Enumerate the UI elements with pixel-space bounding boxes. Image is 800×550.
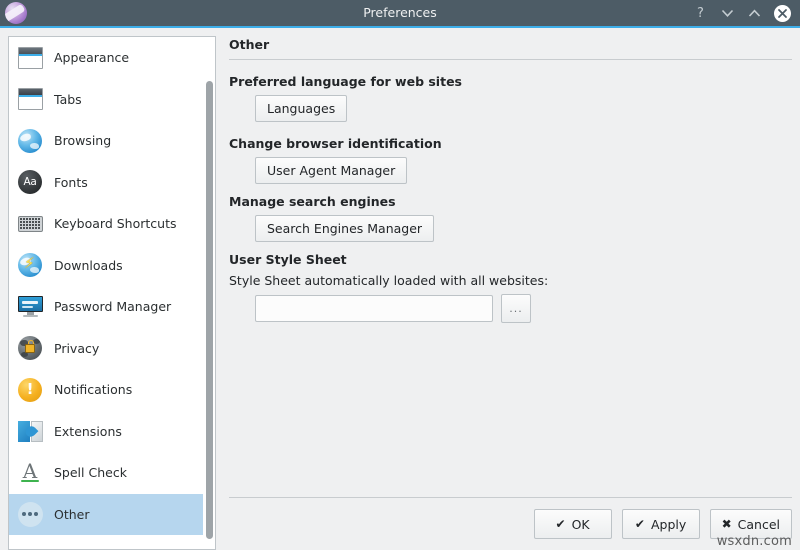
sidebar-list: Appearance Tabs Browsing Aa Fonts	[9, 37, 215, 549]
maximize-button[interactable]	[747, 6, 762, 21]
sidebar-item-label: Tabs	[54, 92, 82, 107]
sidebar-item-keyboard-shortcuts[interactable]: Keyboard Shortcuts	[9, 203, 215, 245]
apply-button-label: Apply	[651, 517, 686, 532]
cross-icon: ✖	[722, 517, 732, 531]
notification-warning-icon: !	[17, 377, 43, 403]
download-globe-icon: ⚡	[17, 252, 43, 278]
chevron-up-icon	[748, 9, 761, 18]
user-agent-manager-button[interactable]: User Agent Manager	[255, 157, 407, 184]
style-sheet-field-row: ...	[229, 294, 792, 323]
settings-sidebar: Appearance Tabs Browsing Aa Fonts	[8, 36, 216, 550]
languages-button[interactable]: Languages	[255, 95, 347, 122]
globe-icon	[17, 128, 43, 154]
tabs-window-icon	[17, 86, 43, 112]
dialog-body: Appearance Tabs Browsing Aa Fonts	[0, 28, 800, 550]
sidebar-item-tabs[interactable]: Tabs	[9, 79, 215, 121]
sidebar-item-appearance[interactable]: Appearance	[9, 37, 215, 79]
footer-buttons: ✔ OK ✔ Apply ✖ Cancel	[229, 498, 792, 539]
check-icon: ✔	[556, 517, 566, 531]
sidebar-item-label: Notifications	[54, 382, 132, 397]
title-bar: Preferences ?	[0, 0, 800, 28]
spacer	[229, 122, 792, 136]
sidebar-item-label: Downloads	[54, 258, 123, 273]
dialog-footer: ✔ OK ✔ Apply ✖ Cancel	[229, 488, 792, 550]
sidebar-item-privacy[interactable]: Privacy	[9, 328, 215, 370]
settings-content: Preferred language for web sites Languag…	[229, 60, 792, 488]
style-sheet-input[interactable]	[255, 295, 493, 322]
sidebar-item-label: Other	[54, 507, 90, 522]
window-icon	[17, 45, 43, 71]
sidebar-item-label: Privacy	[54, 341, 99, 356]
spacer	[229, 242, 792, 252]
search-engines-label: Manage search engines	[229, 194, 792, 209]
fonts-aa-icon: Aa	[17, 169, 43, 195]
sidebar-item-label: Password Manager	[54, 299, 171, 314]
sidebar-item-label: Extensions	[54, 424, 122, 439]
sidebar-item-label: Keyboard Shortcuts	[54, 216, 177, 231]
sidebar-item-label: Spell Check	[54, 465, 127, 480]
falkon-app-icon	[5, 2, 27, 24]
browse-style-sheet-button[interactable]: ...	[501, 294, 531, 323]
sidebar-item-label: Browsing	[54, 133, 111, 148]
question-mark-icon: ?	[697, 7, 704, 20]
monitor-password-icon	[17, 294, 43, 320]
style-sheet-description: Style Sheet automatically loaded with al…	[229, 273, 792, 288]
ok-button-label: OK	[572, 517, 590, 532]
settings-panel: Other Preferred language for web sites L…	[216, 36, 792, 550]
ellipsis-circle-icon	[17, 501, 43, 527]
sidebar-item-browsing[interactable]: Browsing	[9, 120, 215, 162]
sidebar-item-label: Fonts	[54, 175, 88, 190]
minimize-button[interactable]	[720, 6, 735, 21]
sidebar-item-label: Appearance	[54, 50, 129, 65]
close-icon	[777, 8, 788, 19]
user-style-sheet-label: User Style Sheet	[229, 252, 792, 267]
search-engines-button-row: Search Engines Manager	[229, 215, 792, 242]
puzzle-piece-icon	[17, 418, 43, 444]
help-button[interactable]: ?	[693, 6, 708, 21]
check-icon: ✔	[635, 517, 645, 531]
sidebar-item-extensions[interactable]: Extensions	[9, 411, 215, 453]
sidebar-item-password-manager[interactable]: Password Manager	[9, 286, 215, 328]
spacer	[229, 184, 792, 194]
page-title: Other	[229, 36, 792, 59]
sidebar-item-fonts[interactable]: Aa Fonts	[9, 162, 215, 204]
cancel-button[interactable]: ✖ Cancel	[710, 509, 792, 539]
browser-identification-label: Change browser identification	[229, 136, 792, 151]
chevron-down-icon	[721, 9, 734, 18]
apply-button[interactable]: ✔ Apply	[622, 509, 700, 539]
languages-button-row: Languages	[229, 95, 792, 122]
sidebar-item-downloads[interactable]: ⚡ Downloads	[9, 245, 215, 287]
sidebar-item-spell-check[interactable]: A Spell Check	[9, 452, 215, 494]
ok-button[interactable]: ✔ OK	[534, 509, 612, 539]
globe-lock-icon	[17, 335, 43, 361]
preferred-language-label: Preferred language for web sites	[229, 74, 792, 89]
sidebar-scrollbar[interactable]	[203, 37, 215, 549]
sidebar-scrollbar-thumb[interactable]	[206, 81, 213, 539]
letter-a-underline-icon: A	[17, 460, 43, 486]
cancel-button-label: Cancel	[738, 517, 780, 532]
user-agent-button-row: User Agent Manager	[229, 157, 792, 184]
close-button[interactable]	[774, 5, 791, 22]
sidebar-item-notifications[interactable]: ! Notifications	[9, 369, 215, 411]
keyboard-icon	[17, 211, 43, 237]
window-controls: ?	[693, 5, 800, 22]
search-engines-manager-button[interactable]: Search Engines Manager	[255, 215, 434, 242]
sidebar-item-other[interactable]: Other	[9, 494, 215, 536]
preferences-window: Preferences ?	[0, 0, 800, 550]
window-title: Preferences	[0, 0, 800, 27]
